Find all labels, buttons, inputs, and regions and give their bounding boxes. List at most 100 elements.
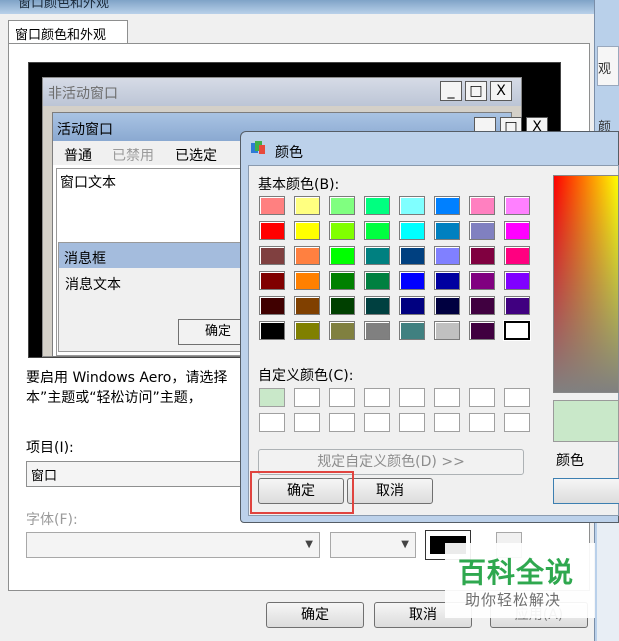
basic-color-swatch[interactable] xyxy=(399,321,425,340)
custom-color-swatch[interactable] xyxy=(259,413,285,432)
basic-color-swatch[interactable] xyxy=(294,296,320,315)
basic-colors-grid xyxy=(259,196,539,346)
basic-color-swatch[interactable] xyxy=(504,271,530,290)
highlight-annotation xyxy=(250,471,354,514)
basic-color-swatch[interactable] xyxy=(294,246,320,265)
basic-color-swatch[interactable] xyxy=(259,246,285,265)
basic-color-swatch[interactable] xyxy=(469,221,495,240)
basic-color-swatch[interactable] xyxy=(259,221,285,240)
custom-color-swatch[interactable] xyxy=(399,413,425,432)
basic-color-swatch[interactable] xyxy=(434,296,460,315)
basic-color-swatch[interactable] xyxy=(469,246,495,265)
background-window-text: 观 xyxy=(598,62,612,77)
basic-color-swatch[interactable] xyxy=(259,196,285,215)
basic-color-swatch[interactable] xyxy=(364,246,390,265)
basic-color-swatch[interactable] xyxy=(294,321,320,340)
basic-color-swatch[interactable] xyxy=(504,196,530,215)
basic-color-swatch[interactable] xyxy=(399,221,425,240)
font-select[interactable]: ▼ xyxy=(26,532,320,558)
maximize-icon: □ xyxy=(465,81,487,101)
basic-color-swatch[interactable] xyxy=(434,246,460,265)
custom-color-swatch[interactable] xyxy=(259,388,285,407)
basic-color-swatch[interactable] xyxy=(469,271,495,290)
window-title: 窗口颜色和外观 xyxy=(18,0,110,11)
basic-color-swatch[interactable] xyxy=(364,196,390,215)
basic-color-swatch[interactable] xyxy=(259,321,285,340)
basic-color-swatch[interactable] xyxy=(469,196,495,215)
basic-color-swatch[interactable] xyxy=(329,221,355,240)
custom-color-swatch[interactable] xyxy=(469,413,495,432)
watermark-subtitle: 助你轻松解决 xyxy=(465,591,562,609)
basic-color-swatch[interactable] xyxy=(364,221,390,240)
tab-window-color-appearance[interactable]: 窗口颜色和外观 xyxy=(8,20,128,44)
font-size-select[interactable]: ▼ xyxy=(330,532,416,558)
color-solid-preview xyxy=(553,400,619,442)
basic-color-swatch[interactable] xyxy=(399,271,425,290)
ok-button[interactable]: 确定 xyxy=(266,602,364,628)
basic-color-swatch[interactable] xyxy=(294,196,320,215)
basic-color-swatch[interactable] xyxy=(504,296,530,315)
custom-color-swatch[interactable] xyxy=(504,388,530,407)
basic-color-swatch[interactable] xyxy=(329,296,355,315)
color-palette-icon xyxy=(250,140,266,156)
custom-color-swatch[interactable] xyxy=(399,388,425,407)
close-icon: X xyxy=(490,81,512,101)
preview-inactive-title: 非活动窗口 xyxy=(48,86,118,102)
aero-info-line-2: 本”主题或“轻松访问”主题， xyxy=(26,390,202,406)
basic-color-swatch[interactable] xyxy=(504,246,530,265)
menu-item-selected[interactable]: 已选定 xyxy=(175,145,217,165)
color-spectrum[interactable] xyxy=(553,175,619,393)
basic-color-swatch[interactable] xyxy=(294,221,320,240)
dropdown-arrow-icon: ▼ xyxy=(305,539,313,550)
watermark-title: 百科全说 xyxy=(458,556,575,589)
custom-color-swatch[interactable] xyxy=(294,413,320,432)
basic-color-swatch[interactable] xyxy=(434,271,460,290)
basic-color-swatch[interactable] xyxy=(399,196,425,215)
basic-color-swatch[interactable] xyxy=(503,320,531,341)
custom-colors-grid xyxy=(259,388,539,438)
basic-color-swatch[interactable] xyxy=(329,271,355,290)
basic-color-swatch[interactable] xyxy=(469,296,495,315)
basic-color-swatch[interactable] xyxy=(434,321,460,340)
basic-color-swatch[interactable] xyxy=(259,296,285,315)
basic-colors-label: 基本颜色(B): xyxy=(258,177,340,193)
basic-color-swatch[interactable] xyxy=(329,246,355,265)
basic-color-swatch[interactable] xyxy=(329,196,355,215)
custom-color-swatch[interactable] xyxy=(434,413,460,432)
aero-info-line-1: 要启用 Windows Aero，请选择 xyxy=(26,370,228,386)
color-cancel-button[interactable]: 取消 xyxy=(347,478,433,504)
basic-color-swatch[interactable] xyxy=(399,296,425,315)
custom-color-swatch[interactable] xyxy=(504,413,530,432)
basic-color-swatch[interactable] xyxy=(364,296,390,315)
dropdown-arrow-icon: ▼ xyxy=(401,539,409,550)
menu-item-normal[interactable]: 普通 xyxy=(64,145,92,165)
menu-item-disabled[interactable]: 已禁用 xyxy=(112,145,154,165)
preview-window-text: 窗口文本 xyxy=(60,175,116,191)
basic-color-swatch[interactable] xyxy=(469,321,495,340)
custom-color-swatch[interactable] xyxy=(329,388,355,407)
custom-color-swatch[interactable] xyxy=(434,388,460,407)
tab-label: 窗口颜色和外观 xyxy=(15,28,107,43)
item-select[interactable]: 窗口 xyxy=(26,461,266,487)
custom-colors-label: 自定义颜色(C): xyxy=(258,368,354,384)
basic-color-swatch[interactable] xyxy=(364,321,390,340)
custom-color-swatch[interactable] xyxy=(329,413,355,432)
preview-message-text: 消息文本 xyxy=(65,277,121,293)
basic-color-swatch[interactable] xyxy=(259,271,285,290)
add-to-custom-colors-button[interactable] xyxy=(553,478,619,504)
custom-color-swatch[interactable] xyxy=(469,388,495,407)
custom-color-swatch[interactable] xyxy=(364,413,390,432)
color-solid-label: 颜色 xyxy=(556,453,584,469)
item-label: 项目(I): xyxy=(26,440,74,456)
basic-color-swatch[interactable] xyxy=(294,271,320,290)
custom-color-swatch[interactable] xyxy=(364,388,390,407)
basic-color-swatch[interactable] xyxy=(364,271,390,290)
basic-color-swatch[interactable] xyxy=(399,246,425,265)
basic-color-swatch[interactable] xyxy=(434,196,460,215)
basic-color-swatch[interactable] xyxy=(329,321,355,340)
custom-color-swatch[interactable] xyxy=(294,388,320,407)
basic-color-swatch[interactable] xyxy=(504,221,530,240)
minimize-icon: _ xyxy=(440,81,462,101)
preview-message-title: 消息框 xyxy=(64,251,106,267)
basic-color-swatch[interactable] xyxy=(434,221,460,240)
